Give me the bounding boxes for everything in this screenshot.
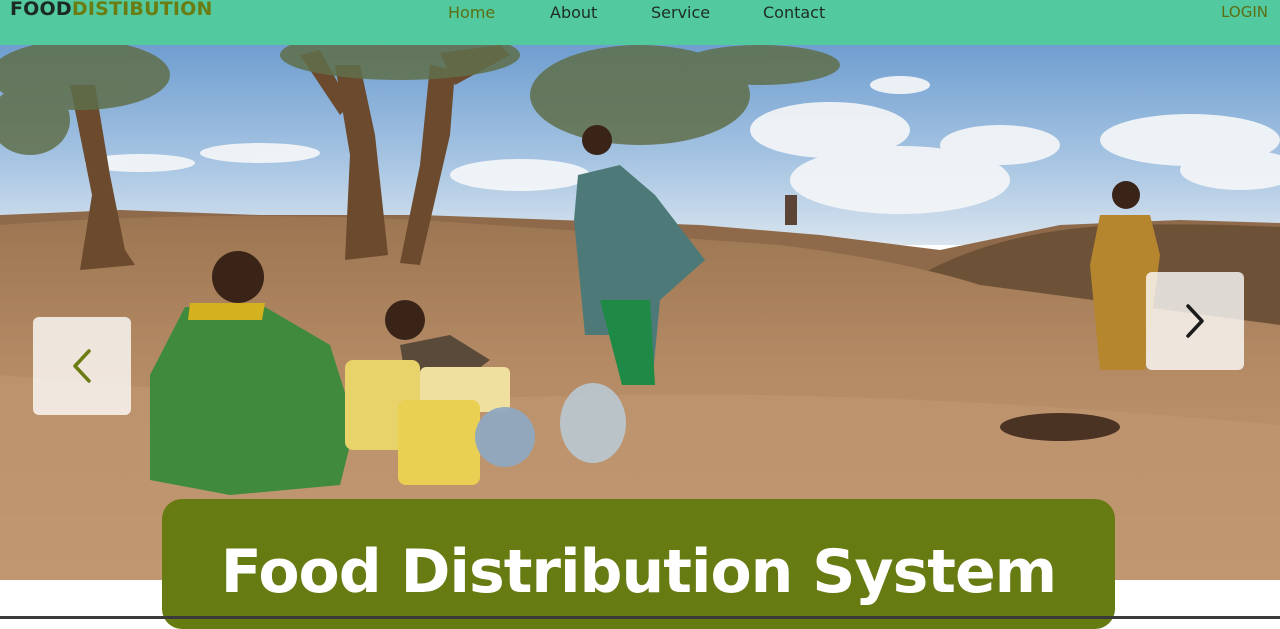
chevron-right-icon: [1186, 304, 1204, 338]
nav-link-contact[interactable]: Contact: [763, 3, 825, 22]
top-navbar: FOODDISTIBUTION Home About Service Conta…: [0, 0, 1280, 45]
nav-link-home[interactable]: Home: [448, 3, 495, 22]
nav-link-service[interactable]: Service: [651, 3, 710, 22]
hero-title-box: Food Distribution System: [162, 499, 1115, 629]
carousel-prev-button[interactable]: [33, 317, 131, 415]
carousel-next-button[interactable]: [1146, 272, 1244, 370]
nav-links: Home About Service Contact: [0, 3, 1280, 23]
hero-title: Food Distribution System: [220, 537, 1057, 607]
login-link[interactable]: LOGIN: [1221, 3, 1268, 21]
nav-link-about[interactable]: About: [550, 3, 597, 22]
chevron-left-icon: [73, 349, 91, 383]
